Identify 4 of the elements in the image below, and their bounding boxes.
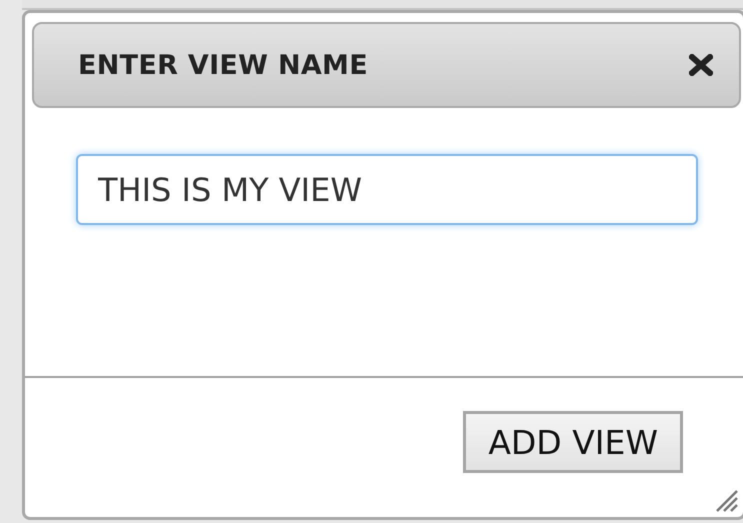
- dialog-title: ENTER VIEW NAME: [78, 50, 369, 80]
- view-name-field[interactable]: THIS IS MY VIEW: [76, 154, 698, 225]
- add-view-button[interactable]: ADD VIEW: [463, 411, 683, 473]
- close-icon[interactable]: [689, 54, 713, 76]
